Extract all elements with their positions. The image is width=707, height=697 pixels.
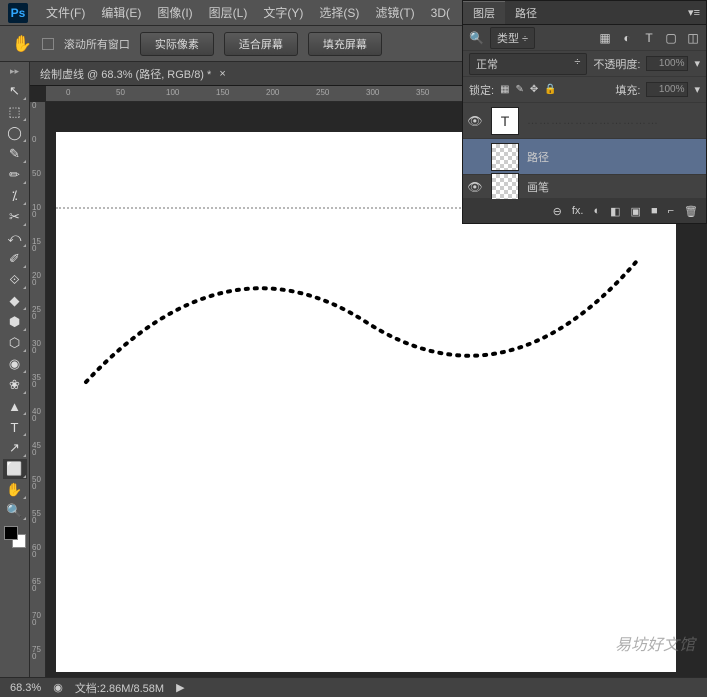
app-logo: Ps bbox=[8, 3, 28, 23]
panel-menu-icon[interactable]: ▾≡ bbox=[682, 6, 706, 19]
tool-4[interactable]: ✏ bbox=[3, 165, 27, 185]
lock-label: 锁定: bbox=[469, 82, 494, 98]
layer-row[interactable]: 👁 T …………………………… bbox=[463, 103, 706, 139]
color-swatch[interactable] bbox=[4, 526, 26, 548]
tool-16[interactable]: T bbox=[3, 417, 27, 437]
watermark: 易坊好文馆 bbox=[615, 631, 695, 655]
tool-9[interactable]: ⟐ bbox=[3, 270, 27, 290]
filter-adjust-icon[interactable]: ◐ bbox=[620, 31, 634, 45]
filter-type-icon[interactable]: T bbox=[642, 31, 656, 45]
tool-14[interactable]: ❀ bbox=[3, 375, 27, 395]
lock-all-icon[interactable]: 🔒 bbox=[544, 84, 556, 95]
panel-footer: ⊖ fx. ◐ ◧ ▣ ■ ⌐ 🗑 bbox=[463, 199, 706, 223]
toolbar: ▸▸ ↖⬚◯✎✏⁒✂⤺✐⟐◆⬢⬡◉❀▲T↗⬜✋🔍 bbox=[0, 62, 30, 677]
fill-input[interactable]: 100% bbox=[646, 82, 688, 97]
blend-mode-select[interactable]: 正常 ÷ bbox=[469, 53, 587, 75]
tool-17[interactable]: ↗ bbox=[3, 438, 27, 458]
fill-arrow-icon[interactable]: ▾ bbox=[694, 83, 700, 96]
tool-5[interactable]: ⁒ bbox=[3, 186, 27, 206]
tool-15[interactable]: ▲ bbox=[3, 396, 27, 416]
lock-move-icon[interactable]: ✥ bbox=[530, 84, 538, 95]
play-icon[interactable]: ▶ bbox=[176, 681, 184, 694]
panel-action-icon[interactable]: ◐ bbox=[593, 205, 600, 217]
filter-type-select[interactable]: 类型 ÷ bbox=[490, 27, 535, 49]
document-title: 绘制虚线 @ 68.3% (路径, RGB/8) * bbox=[40, 66, 211, 82]
search-icon: 🔍 bbox=[469, 31, 484, 45]
visibility-eye-icon[interactable]: 👁 bbox=[467, 114, 483, 128]
menu-select[interactable]: 选择(S) bbox=[311, 4, 367, 21]
menu-file[interactable]: 文件(F) bbox=[38, 4, 93, 21]
zoom-level[interactable]: 68.3% bbox=[10, 682, 41, 694]
tool-0[interactable]: ↖ bbox=[3, 81, 27, 101]
opacity-label: 不透明度: bbox=[593, 56, 640, 72]
tool-11[interactable]: ⬢ bbox=[3, 312, 27, 332]
tab-layers[interactable]: 图层 bbox=[463, 1, 505, 24]
fill-label: 填充: bbox=[615, 82, 640, 98]
opacity-input[interactable]: 100% bbox=[646, 56, 688, 71]
menu-edit[interactable]: 编辑(E) bbox=[93, 4, 149, 21]
layer-name: 画笔 bbox=[527, 179, 549, 195]
tool-12[interactable]: ⬡ bbox=[3, 333, 27, 353]
lock-brush-icon[interactable]: ✎ bbox=[516, 84, 524, 95]
menu-image[interactable]: 图像(I) bbox=[149, 4, 200, 21]
layer-thumbnail bbox=[491, 143, 519, 171]
layer-name: …………………………… bbox=[527, 115, 659, 127]
filter-smart-icon[interactable]: ◫ bbox=[686, 31, 700, 45]
layer-list: 👁 T …………………………… 路径 👁 画笔 bbox=[463, 103, 706, 199]
tool-6[interactable]: ✂ bbox=[3, 207, 27, 227]
panel-action-icon[interactable]: ⌐ bbox=[668, 205, 674, 217]
tool-7[interactable]: ⤺ bbox=[3, 228, 27, 248]
scroll-all-checkbox[interactable] bbox=[42, 38, 54, 50]
hand-tool-icon: ✋ bbox=[12, 34, 32, 54]
menu-3d[interactable]: 3D( bbox=[423, 6, 458, 20]
menu-type[interactable]: 文字(Y) bbox=[255, 4, 311, 21]
tool-8[interactable]: ✐ bbox=[3, 249, 27, 269]
menu-filter[interactable]: 滤镜(T) bbox=[367, 4, 422, 21]
tool-1[interactable]: ⬚ bbox=[3, 102, 27, 122]
document-size: 文档:2.86M/8.58M bbox=[75, 680, 164, 696]
layers-panel: 图层 路径 ▾≡ 🔍 类型 ÷ ▦ ◐ T ▢ ◫ 正常 ÷ 不透明度: 100… bbox=[462, 0, 707, 224]
actual-pixels-button[interactable]: 实际像素 bbox=[140, 32, 214, 56]
tool-13[interactable]: ◉ bbox=[3, 354, 27, 374]
fit-screen-button[interactable]: 适合屏幕 bbox=[224, 32, 298, 56]
dotted-curve-path bbox=[76, 252, 656, 412]
filter-shape-icon[interactable]: ▢ bbox=[664, 31, 678, 45]
scroll-all-label: 滚动所有窗口 bbox=[64, 36, 130, 52]
document-close-icon[interactable]: × bbox=[219, 68, 225, 80]
layer-row[interactable]: 路径 bbox=[463, 139, 706, 175]
layer-thumbnail: T bbox=[491, 107, 519, 135]
visibility-eye-icon[interactable]: 👁 bbox=[467, 180, 483, 194]
lock-pixels-icon[interactable]: ▦ bbox=[500, 84, 509, 95]
tool-19[interactable]: ✋ bbox=[3, 480, 27, 500]
panel-action-icon[interactable]: 🗑 bbox=[684, 205, 698, 218]
status-icon[interactable]: ◉ bbox=[53, 681, 63, 694]
panel-action-icon[interactable]: ■ bbox=[651, 205, 658, 217]
fill-screen-button[interactable]: 填充屏幕 bbox=[308, 32, 382, 56]
menu-layer[interactable]: 图层(L) bbox=[201, 4, 256, 21]
tool-3[interactable]: ✎ bbox=[3, 144, 27, 164]
tool-2[interactable]: ◯ bbox=[3, 123, 27, 143]
layer-name: 路径 bbox=[527, 149, 549, 165]
tool-10[interactable]: ◆ bbox=[3, 291, 27, 311]
vertical-ruler: 0050100150200250300350400450500550600650… bbox=[30, 102, 46, 677]
tool-18[interactable]: ⬜ bbox=[3, 459, 27, 479]
panel-action-icon[interactable]: fx. bbox=[572, 205, 584, 217]
panel-action-icon[interactable]: ▣ bbox=[631, 205, 641, 218]
tab-paths[interactable]: 路径 bbox=[505, 1, 547, 24]
panel-action-icon[interactable]: ◧ bbox=[610, 205, 620, 218]
opacity-arrow-icon[interactable]: ▾ bbox=[694, 57, 700, 70]
panel-action-icon[interactable]: ⊖ bbox=[553, 205, 562, 218]
layer-row[interactable]: 👁 画笔 bbox=[463, 175, 706, 199]
tool-20[interactable]: 🔍 bbox=[3, 501, 27, 521]
filter-image-icon[interactable]: ▦ bbox=[598, 31, 612, 45]
toolbar-expand-icon[interactable]: ▸▸ bbox=[10, 66, 19, 77]
layer-thumbnail bbox=[491, 173, 519, 200]
